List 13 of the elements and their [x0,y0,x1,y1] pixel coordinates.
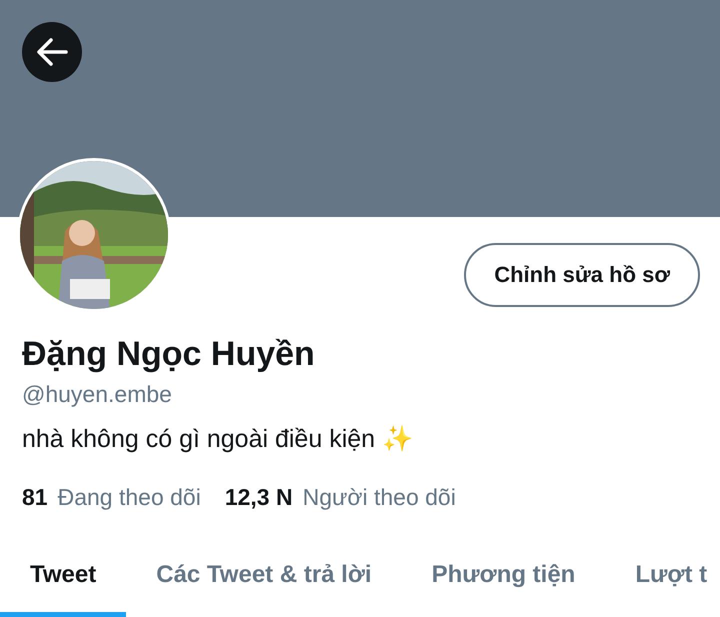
edit-profile-button[interactable]: Chỉnh sửa hồ sơ [464,243,700,307]
profile-tab[interactable]: Lượt t [605,547,720,617]
profile-name: Đặng Ngọc Huyền [22,334,316,375]
profile-tab[interactable]: Tweet [0,547,126,617]
stat-count: 12,3 N [224,484,293,511]
profile-tab[interactable]: Các Tweet & trả lời [126,547,402,617]
profile-tab[interactable]: Phương tiện [402,547,606,617]
profile-bio: nhà không có gì ngoài điều kiện ✨ [22,424,414,454]
profile-handle: @huyen.embe [22,381,173,408]
stat-label[interactable]: Người theo dõi [302,484,456,511]
back-arrow-icon [35,37,69,67]
stat-label[interactable]: Đang theo dõi [58,484,201,511]
stat-count: 81 [22,484,48,511]
